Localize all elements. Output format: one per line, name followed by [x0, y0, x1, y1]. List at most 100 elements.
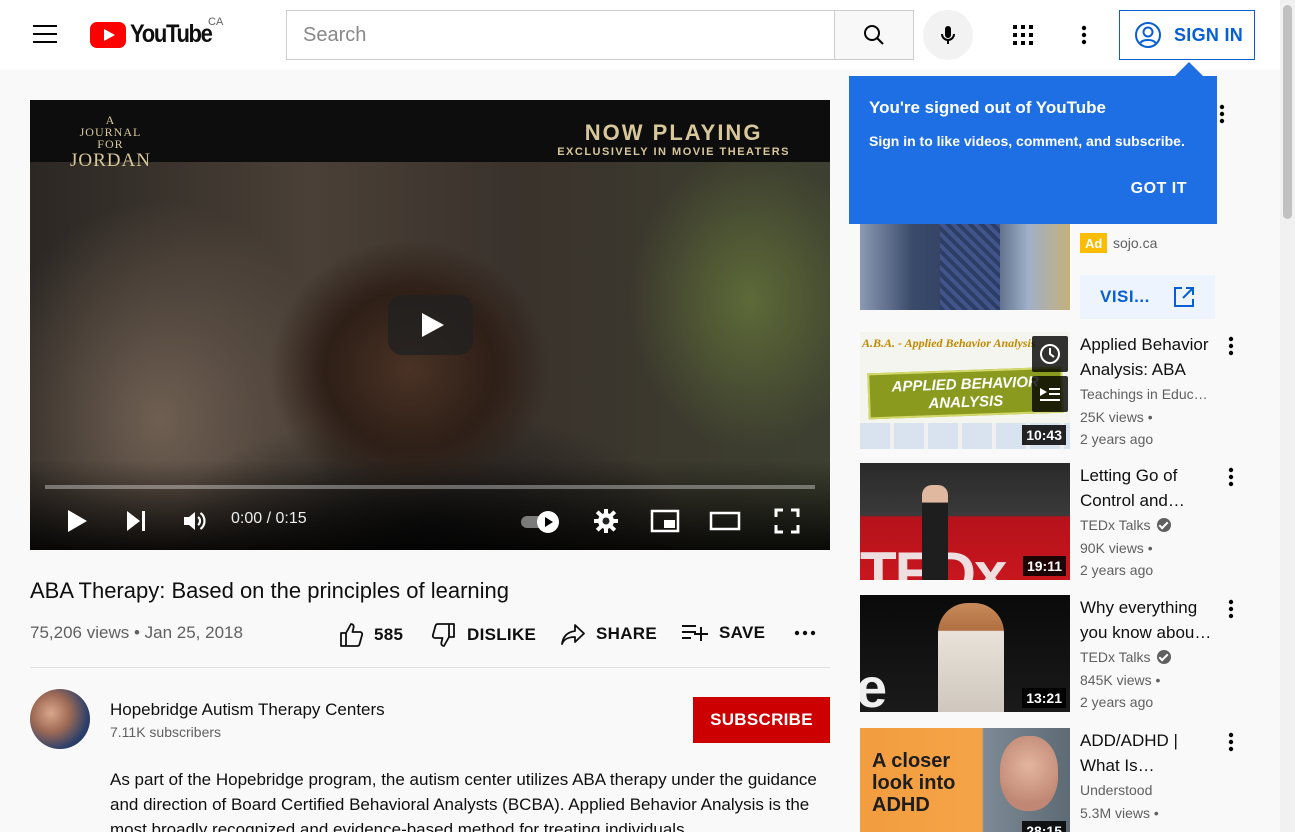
verified-badge-icon [1156, 518, 1171, 532]
verified-badge-icon [1156, 650, 1171, 664]
search-button[interactable] [834, 10, 914, 60]
mute-button[interactable] [180, 506, 210, 536]
video-player[interactable]: A JOURNAL FOR JORDAN NOW PLAYING EXCLUSI… [30, 100, 830, 550]
video-duration: 13:21 [1022, 688, 1066, 708]
volume-icon [184, 512, 206, 530]
sign-in-button[interactable]: SIGN IN [1119, 10, 1255, 60]
masthead: YouTube CA SIGN IN [0, 0, 1280, 70]
recommendation-item[interactable]: TEDx 19:11 Letting Go of Control and… TE… [860, 463, 1240, 580]
recommendation-item[interactable]: A.B.A. - Applied Behavior Analysis APPLI… [860, 332, 1240, 449]
search-input[interactable] [303, 23, 835, 47]
apps-grid-button[interactable] [1011, 23, 1035, 47]
recommendation-menu-button[interactable] [1219, 597, 1243, 621]
tooltip-title: You're signed out of YouTube [869, 98, 1106, 117]
controls-gradient [30, 460, 830, 550]
subscribe-button[interactable]: SUBSCRIBE [693, 697, 830, 743]
video-duration: 10:43 [1022, 425, 1066, 445]
recommendation-menu-button[interactable] [1219, 465, 1243, 489]
signed-out-tooltip: You're signed out of YouTube Sign in to … [849, 62, 1217, 224]
more-horizontal-icon [794, 630, 816, 636]
logo-wordmark: YouTube [130, 20, 213, 48]
visit-label: VISI... [1100, 287, 1150, 306]
sign-in-label: SIGN IN [1174, 24, 1244, 45]
visit-site-button[interactable]: VISI... [1080, 275, 1215, 319]
more-vertical-icon [1228, 599, 1234, 619]
like-button[interactable]: 585 [338, 622, 403, 648]
miniplayer-icon [650, 509, 680, 533]
more-vertical-icon [1228, 732, 1234, 752]
video-thumbnail[interactable]: A closer look into ADHD 28:15 [860, 728, 1070, 832]
recommendation-item[interactable]: A closer look into ADHD 28:15 ADD/ADHD |… [860, 728, 1240, 832]
save-button[interactable]: SAVE [681, 622, 765, 644]
channel-name[interactable]: Hopebridge Autism Therapy Centers [110, 700, 385, 720]
video-duration: 19:11 [1022, 556, 1066, 576]
fullscreen-icon [774, 508, 800, 534]
autoplay-play-icon [537, 511, 559, 533]
settings-menu-button[interactable] [1072, 23, 1096, 47]
queue-icon [1040, 388, 1060, 401]
section-divider [30, 667, 830, 668]
recommendation-menu-button[interactable] [1219, 730, 1243, 754]
channel-avatar[interactable] [30, 689, 90, 749]
add-to-queue-button[interactable] [1032, 376, 1068, 412]
recommendation-item[interactable]: e 13:21 Why everything you know abou… TE… [860, 595, 1240, 712]
more-vertical-icon [1228, 336, 1234, 356]
recommendation-channel[interactable]: Teachings in Educ… [1080, 386, 1215, 402]
fullscreen-button[interactable] [770, 504, 804, 538]
video-thumbnail[interactable]: A.B.A. - Applied Behavior Analysis APPLI… [860, 332, 1070, 449]
film-title-line4: JORDAN [70, 150, 151, 171]
more-vertical-icon [1228, 467, 1234, 487]
recommendation-age: 2 years ago [1080, 562, 1154, 578]
film-title-line3: FOR [97, 137, 124, 151]
ad-menu-button[interactable] [1219, 104, 1225, 129]
gear-icon [594, 509, 618, 533]
video-thumbnail[interactable]: TEDx 19:11 [860, 463, 1070, 580]
more-vertical-icon [1219, 104, 1225, 124]
now-playing-headline: NOW PLAYING [584, 120, 763, 145]
recommendation-title[interactable]: Why everything you know abou… [1080, 595, 1220, 645]
ad-thumbnail[interactable] [860, 224, 1070, 310]
thumbnail-heading: A.B.A. - Applied Behavior Analysis [862, 336, 1036, 350]
recommendation-menu-button[interactable] [1219, 334, 1243, 358]
large-play-button[interactable] [388, 295, 473, 355]
search-box[interactable] [286, 10, 835, 60]
more-actions-button[interactable] [794, 630, 826, 636]
thumbs-down-icon [431, 623, 455, 647]
dislike-label: DISLIKE [467, 625, 537, 644]
now-playing-text: NOW PLAYING EXCLUSIVELY IN MOVIE THEATER… [557, 120, 790, 158]
progress-bar[interactable] [45, 485, 815, 489]
share-button[interactable]: SHARE [560, 622, 657, 646]
youtube-logo[interactable]: YouTube [90, 20, 223, 49]
miniplayer-button[interactable] [648, 506, 682, 536]
next-button[interactable] [122, 507, 150, 535]
watch-later-button[interactable] [1032, 336, 1068, 372]
play-icon [68, 510, 87, 532]
settings-button[interactable] [591, 506, 621, 536]
video-duration: 28:15 [1022, 821, 1066, 832]
guide-menu-icon[interactable] [33, 25, 57, 45]
page-scrollbar[interactable] [1280, 0, 1295, 832]
voice-search-button[interactable] [923, 10, 973, 60]
autoplay-toggle[interactable] [521, 511, 565, 533]
scrollbar-thumb[interactable] [1283, 5, 1292, 219]
now-playing-subline: EXCLUSIVELY IN MOVIE THEATERS [557, 146, 790, 158]
play-button[interactable] [63, 507, 91, 535]
video-thumbnail[interactable]: e 13:21 [860, 595, 1070, 712]
skip-next-icon [127, 511, 145, 531]
got-it-button[interactable]: GOT IT [1131, 180, 1187, 198]
apps-grid-icon [1013, 25, 1033, 45]
theater-mode-button[interactable] [707, 506, 743, 536]
video-description: As part of the Hopebridge program, the a… [110, 770, 817, 832]
recommendation-channel[interactable]: Understood [1080, 782, 1215, 798]
thumbnail-caption: A closer look into ADHD [872, 750, 956, 816]
dislike-button[interactable]: DISLIKE [431, 622, 536, 648]
time-display: 0:00 / 0:15 [231, 510, 307, 527]
recommendation-title[interactable]: Letting Go of Control and… [1080, 463, 1220, 513]
recommendation-channel[interactable]: TEDx Talks [1080, 649, 1215, 665]
recommendation-title[interactable]: Applied Behavior Analysis: ABA [1080, 332, 1220, 382]
recommendation-channel[interactable]: TEDx Talks [1080, 517, 1215, 533]
save-label: SAVE [719, 623, 766, 642]
recommendation-title[interactable]: ADD/ADHD | What Is… [1080, 728, 1220, 778]
ad-badge: Ad [1080, 233, 1108, 253]
share-label: SHARE [596, 624, 658, 643]
